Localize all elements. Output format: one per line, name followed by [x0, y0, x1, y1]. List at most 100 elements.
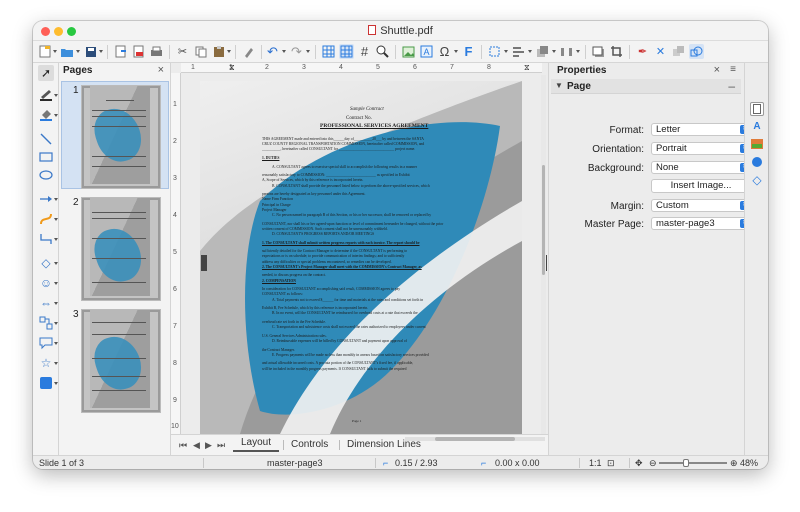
format-select[interactable]: Letter⇕ [651, 123, 751, 136]
align-icon[interactable] [511, 44, 526, 59]
background-select[interactable]: None⇕ [651, 161, 751, 174]
toggle-glue-points-icon[interactable]: ✕ [653, 44, 668, 59]
basic-shapes-icon[interactable]: ◇ [38, 255, 54, 271]
properties-deck-icon[interactable] [750, 102, 764, 116]
chevron-down-icon[interactable] [54, 342, 58, 345]
export-pdf-icon[interactable] [131, 44, 146, 59]
chevron-down-icon[interactable] [504, 50, 508, 53]
toggle-extrusion-icon[interactable] [671, 44, 686, 59]
document-page[interactable]: Sample Contract Contract No. PROFESSIONA… [200, 81, 522, 434]
last-tab-icon[interactable]: ⏭ [217, 440, 225, 451]
left-splitter-handle[interactable] [201, 255, 207, 271]
chevron-down-icon[interactable] [76, 50, 80, 53]
first-tab-icon[interactable]: ⏮ [179, 440, 187, 451]
margin-select[interactable]: Custom⇕ [651, 199, 751, 212]
new-document-icon[interactable] [37, 44, 52, 59]
indent-marker-icon[interactable]: ⧖ [229, 63, 235, 73]
select-arrow-icon[interactable]: ➚ [38, 65, 54, 81]
connectors-icon[interactable] [38, 231, 54, 247]
clone-formatting-icon[interactable] [241, 44, 256, 59]
prev-tab-icon[interactable]: ◀ [193, 440, 200, 451]
chevron-down-icon[interactable] [53, 50, 57, 53]
chevron-down-icon[interactable] [454, 50, 458, 53]
display-grid-icon[interactable] [339, 44, 354, 59]
insert-textbox-icon[interactable]: A [419, 44, 434, 59]
chevron-down-icon[interactable] [54, 262, 58, 265]
page-thumbnail-3[interactable] [81, 309, 161, 413]
symbol-shapes-icon[interactable]: ☺ [38, 275, 54, 291]
line-color-icon[interactable] [38, 87, 54, 103]
callouts-icon[interactable] [38, 335, 54, 351]
shapes-icon[interactable] [689, 44, 704, 59]
gallery-deck-icon[interactable] [750, 137, 764, 151]
chevron-down-icon[interactable] [54, 362, 58, 365]
transformations-icon[interactable] [487, 44, 502, 59]
grid-icon[interactable] [321, 44, 336, 59]
chevron-down-icon[interactable] [227, 50, 231, 53]
navigator-deck-icon[interactable] [750, 155, 764, 169]
undo-icon[interactable]: ↶ [265, 44, 280, 59]
insert-image-button[interactable]: Insert Image... [651, 179, 751, 193]
chevron-down-icon[interactable] [306, 50, 310, 53]
rectangle-tool-icon[interactable] [38, 149, 54, 165]
chevron-down-icon[interactable] [54, 114, 58, 117]
line-tool-icon[interactable] [38, 131, 54, 147]
paste-icon[interactable] [211, 44, 226, 59]
helplines-icon[interactable]: # [357, 44, 372, 59]
collapse-icon[interactable]: – [728, 79, 735, 93]
page-thumbnail-1[interactable] [81, 85, 161, 189]
chevron-down-icon[interactable] [54, 218, 58, 221]
chevron-down-icon[interactable] [576, 50, 580, 53]
chevron-down-icon[interactable] [54, 198, 58, 201]
shapes-deck-icon[interactable]: ◇ [750, 173, 764, 187]
toggle-points-icon[interactable]: ✒ [635, 44, 650, 59]
chevron-down-icon[interactable] [54, 322, 58, 325]
arrange-icon[interactable] [535, 44, 550, 59]
fit-page-icon[interactable]: ⊡ [607, 458, 615, 469]
export-icon[interactable] [113, 44, 128, 59]
flowchart-icon[interactable] [38, 315, 54, 331]
menu-icon[interactable]: ≡ [730, 64, 736, 75]
fill-color-icon[interactable] [38, 107, 54, 123]
fit-to-window-icon[interactable]: ✥ [635, 458, 643, 469]
chevron-down-icon[interactable] [528, 50, 532, 53]
zoom-pan-icon[interactable] [375, 44, 390, 59]
chevron-down-icon[interactable] [54, 382, 58, 385]
ellipse-tool-icon[interactable] [38, 167, 54, 183]
page-thumbnail-2[interactable] [81, 197, 161, 301]
redo-icon[interactable]: ↷ [289, 44, 304, 59]
fontwork-icon[interactable]: F [461, 44, 476, 59]
open-folder-icon[interactable] [59, 44, 74, 59]
zoom-level[interactable]: 48% [740, 458, 758, 468]
indent-marker-icon[interactable]: ⧖ [524, 63, 530, 73]
lines-arrows-icon[interactable] [38, 191, 54, 207]
save-icon[interactable] [83, 44, 98, 59]
3d-objects-icon[interactable] [38, 375, 54, 391]
tab-layout[interactable]: Layout [233, 437, 280, 452]
block-arrows-icon[interactable]: ⇔ [38, 295, 54, 311]
vertical-ruler[interactable]: 1 2 3 4 5 6 7 8 9 10 [171, 73, 181, 434]
chevron-down-icon[interactable] [54, 94, 58, 97]
copy-icon[interactable] [193, 44, 208, 59]
shadow-icon[interactable] [591, 44, 606, 59]
curves-icon[interactable] [38, 211, 54, 227]
distribute-icon[interactable] [559, 44, 574, 59]
master-page-status[interactable]: master-page3 [267, 458, 323, 468]
insert-image-icon[interactable] [401, 44, 416, 59]
horizontal-ruler[interactable]: 1 1 2 3 4 5 6 7 8 ⧖ ⧖ [181, 63, 542, 73]
zoom-in-icon[interactable]: ⊕ [730, 458, 738, 469]
chevron-down-icon[interactable] [54, 302, 58, 305]
scale-ratio[interactable]: 1:1 [589, 458, 602, 468]
chevron-down-icon[interactable] [282, 50, 286, 53]
styles-deck-icon[interactable]: A [750, 119, 764, 133]
chevron-down-icon[interactable]: ▼ [555, 81, 563, 90]
chevron-down-icon[interactable] [54, 282, 58, 285]
orientation-select[interactable]: Portrait⇕ [651, 142, 751, 155]
tab-controls[interactable]: Controls [291, 439, 328, 450]
crop-icon[interactable] [609, 44, 624, 59]
zoom-out-icon[interactable]: ⊖ [649, 458, 657, 469]
horizontal-scrollbar[interactable] [405, 437, 545, 441]
master-page-select[interactable]: master-page3⇕ [651, 217, 751, 230]
zoom-slider[interactable] [659, 459, 727, 467]
insert-special-character-icon[interactable]: Ω [437, 44, 452, 59]
